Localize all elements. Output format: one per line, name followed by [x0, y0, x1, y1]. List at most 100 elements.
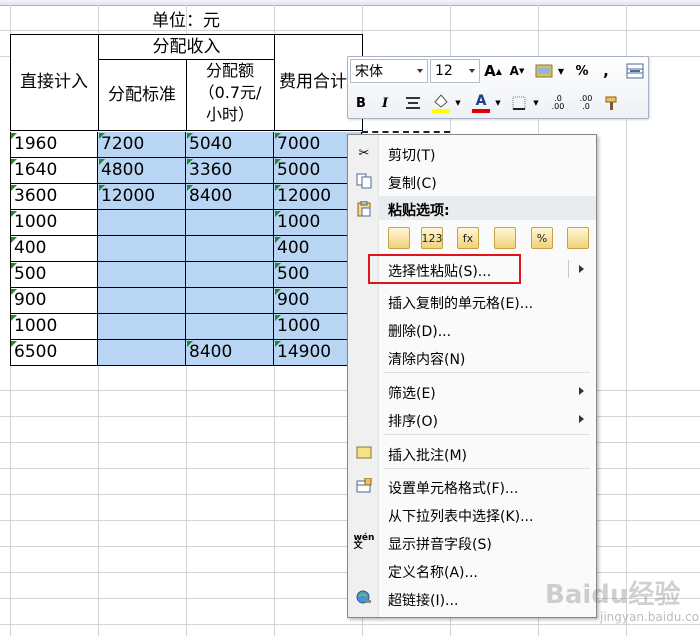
format-painter-button[interactable] [602, 93, 622, 113]
context-menu: ✂ 剪切(T) 复制(C) 粘贴选项: 123 fx% 选择性粘贴(S)... 插… [347, 134, 597, 618]
merge-center-button[interactable] [626, 61, 644, 81]
alloc-amount-line: （0.7元/ [198, 83, 262, 102]
unit-label: 单位：元 [152, 10, 220, 31]
menu-item-cut[interactable]: ✂ 剪切(T) [348, 140, 596, 166]
table-cell[interactable]: 1640 [10, 158, 98, 184]
table-cell[interactable]: 6500 [10, 340, 98, 366]
menu-item-format-cells[interactable]: 设置单元格格式(F)... [348, 473, 596, 499]
table-cell[interactable] [98, 262, 186, 288]
grow-font-icon: A [484, 62, 496, 80]
table-cell[interactable] [186, 262, 274, 288]
menu-item-delete[interactable]: 删除(D)... [348, 316, 596, 342]
submenu-divider [568, 260, 569, 278]
menu-separator [384, 468, 590, 469]
chevron-down-icon[interactable]: ▼ [454, 93, 462, 113]
menu-item-insert-copied[interactable]: 插入复制的单元格(E)... [348, 288, 596, 314]
increase-decimal-button[interactable]: .0 .00 [546, 93, 570, 113]
table-cell[interactable] [98, 210, 186, 236]
alloc-amount-line: 分配额 [205, 61, 254, 80]
menu-item-label: 剪切(T) [388, 148, 436, 164]
paste-icon[interactable] [388, 227, 410, 249]
chevron-down-icon[interactable]: ▼ [556, 61, 566, 81]
table-cell[interactable]: 7200 [98, 132, 186, 158]
menu-item-sort[interactable]: 排序(O) [348, 406, 596, 432]
watermark: Baidu经验 [545, 580, 681, 610]
table-cell[interactable]: 12000 [98, 184, 186, 210]
borders-button[interactable] [510, 93, 528, 113]
scissors-icon: ✂ [358, 145, 370, 161]
table-cell[interactable]: 5040 [186, 132, 274, 158]
menu-item-label: 设置单元格格式(F)... [388, 481, 519, 497]
italic-button[interactable]: I [378, 93, 392, 113]
values-icon[interactable]: 123 [421, 227, 443, 249]
menu-item-phonetic[interactable]: wén 文 显示拼音字段(S) [348, 529, 596, 555]
font-size-value: 12 [435, 63, 453, 79]
table-cell[interactable] [186, 236, 274, 262]
decrease-decimal-button[interactable]: .00 .0 [574, 93, 598, 113]
error-indicator-icon [275, 315, 281, 321]
link-icon[interactable] [567, 227, 589, 249]
comma-button[interactable]: , [600, 61, 612, 81]
center-align-button[interactable] [404, 93, 422, 113]
table-cell[interactable]: 1960 [10, 132, 98, 158]
menu-item-label: 超链接(I)... [388, 593, 459, 609]
grow-font-button[interactable]: A ▲ [484, 61, 502, 81]
bold-button[interactable]: B [354, 93, 368, 113]
table-cell[interactable] [186, 210, 274, 236]
table-cell[interactable]: 3360 [186, 158, 274, 184]
error-indicator-icon [187, 185, 193, 191]
error-indicator-icon [11, 133, 17, 139]
error-indicator-icon [99, 185, 105, 191]
table-cell[interactable]: 500 [10, 262, 98, 288]
menu-item-pick-from-list[interactable]: 从下拉列表中选择(K)... [348, 501, 596, 527]
decrease-decimal-icon-2: .0 [582, 102, 590, 111]
table-cell[interactable] [98, 314, 186, 340]
menu-item-copy[interactable]: 复制(C) [348, 168, 596, 194]
table-cell[interactable] [186, 288, 274, 314]
table-cell[interactable]: 3600 [10, 184, 98, 210]
font-size-select[interactable]: 12 [430, 59, 480, 83]
fill-bucket-icon [432, 94, 450, 113]
menu-item-label: 定义名称(A)... [388, 565, 478, 581]
menu-item-filter[interactable]: 筛选(E) [348, 378, 596, 404]
error-indicator-icon [275, 237, 281, 243]
table-cell[interactable]: 1000 [10, 210, 98, 236]
font-color-button[interactable]: A [470, 91, 492, 115]
fill-color-button[interactable] [430, 91, 452, 115]
table-cell[interactable]: 4800 [98, 158, 186, 184]
shrink-font-button[interactable]: A ▼ [508, 61, 526, 81]
error-indicator-icon [11, 237, 17, 243]
percent-button[interactable]: % [574, 61, 590, 81]
menu-item-label: 选择性粘贴(S)... [388, 264, 492, 280]
table-cell[interactable]: 900 [10, 288, 98, 314]
chevron-down-icon[interactable]: ▼ [494, 93, 502, 113]
menu-item-label: 插入复制的单元格(E)... [388, 296, 534, 312]
menu-separator [384, 434, 590, 435]
table-cell[interactable]: 400 [10, 236, 98, 262]
table-cell[interactable]: 8400 [186, 340, 274, 366]
format-cells-icon [356, 478, 372, 494]
submenu-arrow-icon [579, 387, 584, 395]
chevron-down-icon[interactable]: ▼ [532, 93, 540, 113]
table-cell[interactable]: 8400 [186, 184, 274, 210]
menu-item-clear[interactable]: 清除内容(N) [348, 344, 596, 370]
transpose-icon[interactable] [494, 227, 516, 249]
menu-item-label: 删除(D)... [388, 324, 452, 340]
font-name-select[interactable]: 宋体 [350, 59, 428, 83]
menu-item-paste-special[interactable]: 选择性粘贴(S)... [348, 256, 596, 282]
formula-icon[interactable]: fx [457, 227, 479, 249]
error-indicator-icon [275, 341, 281, 347]
menu-item-insert-comment[interactable]: 插入批注(M) [348, 440, 596, 466]
error-indicator-icon [275, 185, 281, 191]
error-indicator-icon [11, 341, 17, 347]
error-indicator-icon [275, 211, 281, 217]
table-cell[interactable] [98, 340, 186, 366]
format-icon[interactable]: % [531, 227, 553, 249]
menu-item-label: 显示拼音字段(S) [388, 537, 492, 553]
number-format-button[interactable] [534, 61, 554, 81]
clipboard-icon [356, 201, 372, 217]
table-cell[interactable]: 1000 [10, 314, 98, 340]
table-cell[interactable] [98, 288, 186, 314]
table-cell[interactable] [186, 314, 274, 340]
table-cell[interactable] [98, 236, 186, 262]
